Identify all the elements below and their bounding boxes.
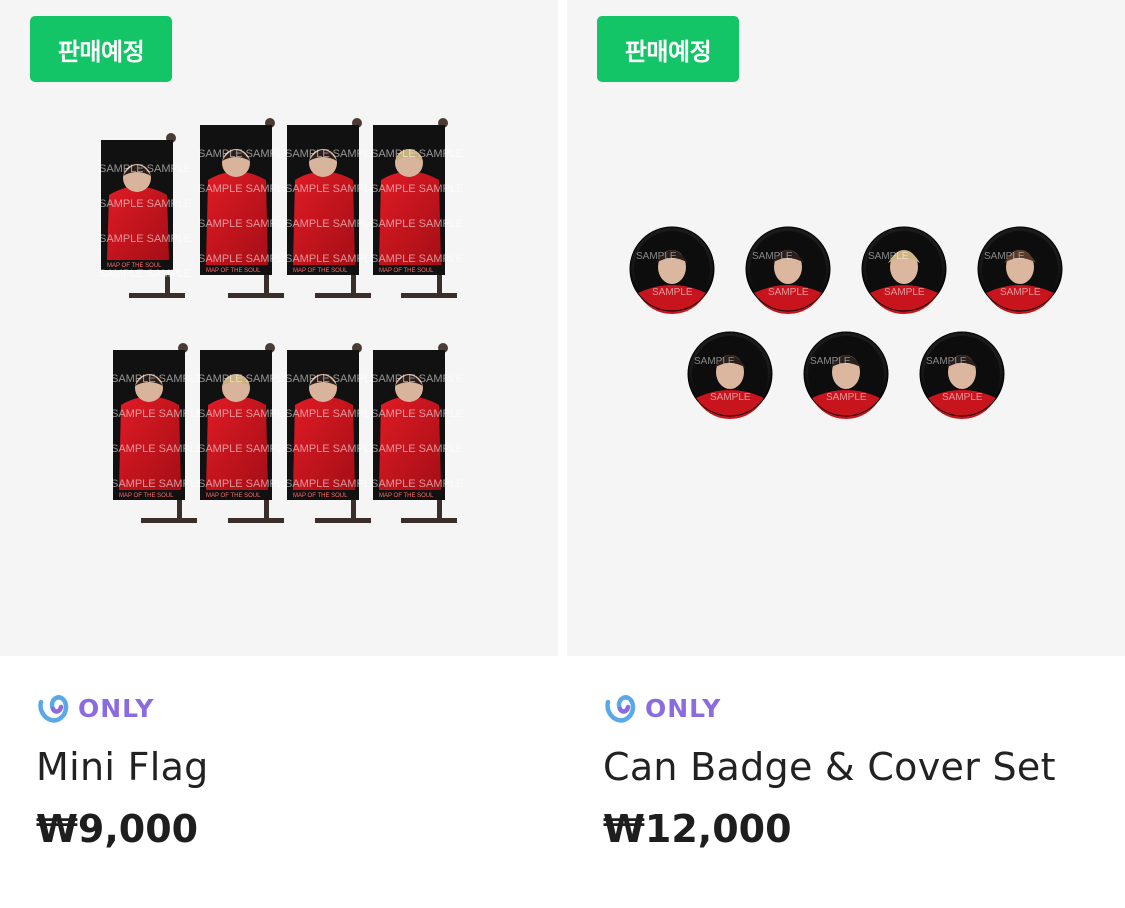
svg-text:SAMPLE: SAMPLE [752,251,793,262]
svg-text:SAMPLE SAMPLE: SAMPLE SAMPLE [371,148,463,160]
svg-text:SAMPLE SAMPLE: SAMPLE SAMPLE [99,268,191,280]
can-badge-item: SAMPLE SAMPLE [629,226,715,315]
svg-text:SAMPLE SAMPLE: SAMPLE SAMPLE [371,253,463,265]
brand-label: ONLY [78,693,155,723]
svg-text:SAMPLE SAMPLE: SAMPLE SAMPLE [111,443,203,455]
svg-text:SAMPLE SAMPLE: SAMPLE SAMPLE [99,233,191,245]
svg-text:SAMPLE: SAMPLE [652,287,693,298]
product-info: ONLY Can Badge & Cover Set ₩12,000 [603,690,1056,852]
can-badge-item: SAMPLE SAMPLE [919,331,1005,420]
svg-text:SAMPLE SAMPLE: SAMPLE SAMPLE [371,408,463,420]
mini-flag-item: SAMPLE SAMPLE SAMPLE SAMPLE SAMPLE SAMPLE S… [371,343,463,523]
mini-flag-item: SAMPLE SAMPLE SAMPLE SAMPLE SAMPLE SAMPLE S… [371,118,463,298]
svg-text:SAMPLE SAMPLE: SAMPLE SAMPLE [111,408,203,420]
mini-flag-item: SAMPLE SAMPLE SAMPLE SAMPLE SAMPLE SAMPLE S… [285,118,377,298]
upcoming-sale-badge: 판매예정 [30,16,172,82]
product-title[interactable]: Mini Flag [36,744,209,790]
svg-text:SAMPLE SAMPLE: SAMPLE SAMPLE [99,163,191,175]
svg-text:MAP OF THE SOUL: MAP OF THE SOUL [293,493,348,499]
svg-text:SAMPLE SAMPLE: SAMPLE SAMPLE [198,478,290,490]
svg-text:SAMPLE: SAMPLE [926,356,967,367]
product-thumbnail[interactable]: SAMPLE SAMPLE SAMPLE SAMPLE SAMPLE SAMPLE SAMP… [567,0,1125,656]
svg-text:SAMPLE SAMPLE: SAMPLE SAMPLE [198,443,290,455]
svg-text:SAMPLE SAMPLE: SAMPLE SAMPLE [371,218,463,230]
svg-text:SAMPLE SAMPLE: SAMPLE SAMPLE [285,183,377,195]
product-grid: SAMPLE SAMPLE SAMPLE SAMPLE SAMPLE SAMPLE S… [0,0,1125,908]
product-price: ₩12,000 [603,807,792,851]
weverse-only-logo-icon [38,695,69,723]
svg-text:SAMPLE: SAMPLE [942,392,983,403]
svg-text:MAP OF THE SOUL: MAP OF THE SOUL [379,493,434,499]
product-info: ONLY Mini Flag ₩9,000 [36,690,209,852]
upcoming-sale-badge: 판매예정 [597,16,739,82]
can-badge-product-image: SAMPLESAMPLESAMPLESAMPLESAMPLESAMPLESAMP… [629,226,1063,420]
svg-text:SAMPLE: SAMPLE [710,392,751,403]
svg-text:SAMPLE: SAMPLE [868,251,909,262]
svg-text:SAMPLE SAMPLE: SAMPLE SAMPLE [111,478,203,490]
svg-text:SAMPLE SAMPLE: SAMPLE SAMPLE [371,443,463,455]
brand-row: ONLY [36,690,209,726]
can-badge-item: SAMPLE SAMPLE [977,226,1063,315]
product-title[interactable]: Can Badge & Cover Set [603,744,1056,790]
svg-text:MAP OF THE SOUL: MAP OF THE SOUL [293,268,348,274]
svg-text:SAMPLE SAMPLE: SAMPLE SAMPLE [198,373,290,385]
svg-text:SAMPLE SAMPLE: SAMPLE SAMPLE [371,373,463,385]
svg-text:SAMPLE SAMPLE: SAMPLE SAMPLE [198,408,290,420]
mini-flag-item: SAMPLE SAMPLE SAMPLE SAMPLE SAMPLE SAMPLE S… [285,343,377,523]
product-thumbnail[interactable]: SAMPLE SAMPLE SAMPLE SAMPLE SAMPLE SAMPLE S… [0,0,558,656]
can-badge-item: SAMPLE SAMPLE [861,226,947,315]
svg-text:SAMPLE SAMPLE: SAMPLE SAMPLE [371,478,463,490]
product-card-mini-flag[interactable]: SAMPLE SAMPLE SAMPLE SAMPLE SAMPLE SAMPLE S… [0,0,558,908]
svg-text:MAP OF THE SOUL: MAP OF THE SOUL [119,493,174,499]
svg-text:MAP OF THE SOUL: MAP OF THE SOUL [107,263,162,269]
svg-text:MAP OF THE SOUL: MAP OF THE SOUL [206,493,261,499]
svg-text:SAMPLE SAMPLE: SAMPLE SAMPLE [285,443,377,455]
svg-text:SAMPLE SAMPLE: SAMPLE SAMPLE [285,373,377,385]
svg-text:SAMPLE SAMPLE: SAMPLE SAMPLE [198,148,290,160]
weverse-only-logo-icon [605,695,636,723]
svg-text:MAP OF THE SOUL: MAP OF THE SOUL [379,268,434,274]
can-badge-item: SAMPLE SAMPLE [803,331,889,420]
svg-text:SAMPLE SAMPLE: SAMPLE SAMPLE [99,198,191,210]
svg-text:SAMPLE: SAMPLE [826,392,867,403]
svg-text:SAMPLE SAMPLE: SAMPLE SAMPLE [285,148,377,160]
mini-flag-item: SAMPLE SAMPLE SAMPLE SAMPLE SAMPLE SAMPLE S… [111,343,203,523]
mini-flag-item: SAMPLE SAMPLE SAMPLE SAMPLE SAMPLE SAMPLE S… [198,118,290,298]
brand-label: ONLY [645,693,722,723]
mini-flag-item: SAMPLE SAMPLE SAMPLE SAMPLE SAMPLE SAMPLE S… [99,133,191,298]
svg-text:SAMPLE SAMPLE: SAMPLE SAMPLE [285,253,377,265]
svg-text:SAMPLE SAMPLE: SAMPLE SAMPLE [285,408,377,420]
svg-text:SAMPLE: SAMPLE [810,356,851,367]
svg-text:SAMPLE SAMPLE: SAMPLE SAMPLE [285,218,377,230]
product-price: ₩9,000 [36,807,199,851]
svg-text:MAP OF THE SOUL: MAP OF THE SOUL [206,268,261,274]
product-card-can-badge[interactable]: SAMPLE SAMPLE SAMPLE SAMPLE SAMPLE SAMPLE SAMP… [567,0,1125,908]
svg-text:SAMPLE SAMPLE: SAMPLE SAMPLE [198,183,290,195]
svg-text:SAMPLE: SAMPLE [694,356,735,367]
svg-text:SAMPLE SAMPLE: SAMPLE SAMPLE [198,218,290,230]
svg-text:SAMPLE SAMPLE: SAMPLE SAMPLE [111,373,203,385]
svg-text:SAMPLE: SAMPLE [768,287,809,298]
svg-text:SAMPLE: SAMPLE [1000,287,1041,298]
mini-flag-product-image: SAMPLE SAMPLESAMPLE SAMPLESAMPLE SAMPLES… [99,118,463,523]
mini-flag-item: SAMPLE SAMPLE SAMPLE SAMPLE SAMPLE SAMPLE S… [198,343,290,523]
can-badge-item: SAMPLE SAMPLE [745,226,831,315]
svg-text:SAMPLE: SAMPLE [884,287,925,298]
svg-text:SAMPLE SAMPLE: SAMPLE SAMPLE [371,183,463,195]
svg-text:SAMPLE SAMPLE: SAMPLE SAMPLE [285,478,377,490]
svg-text:SAMPLE: SAMPLE [636,251,677,262]
can-badge-item: SAMPLE SAMPLE [687,331,773,420]
brand-row: ONLY [603,690,1056,726]
svg-text:SAMPLE SAMPLE: SAMPLE SAMPLE [198,253,290,265]
svg-text:SAMPLE: SAMPLE [984,251,1025,262]
